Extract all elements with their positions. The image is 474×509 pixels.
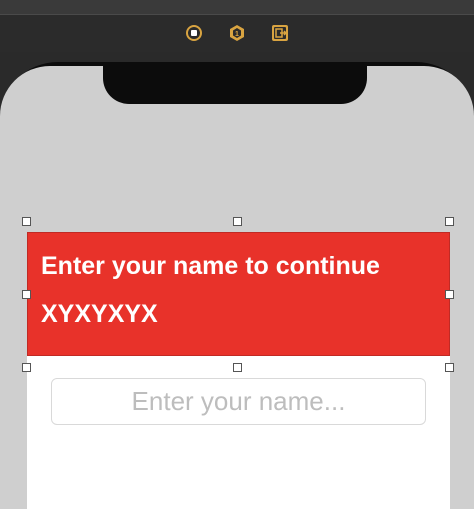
resize-handle-middle-left[interactable] [22, 290, 31, 299]
exit-icon[interactable] [271, 24, 289, 42]
resize-handle-bottom-left[interactable] [22, 363, 31, 372]
header-title-label: Enter your name to continue [41, 252, 380, 280]
resize-handle-bottom-right[interactable] [445, 363, 454, 372]
dock-top-strip [0, 0, 474, 15]
device-notch [103, 64, 367, 104]
header-view[interactable] [27, 232, 450, 356]
resize-handle-top-left[interactable] [22, 217, 31, 226]
view-controller-icon[interactable] [185, 24, 203, 42]
resize-handle-bottom-center[interactable] [233, 363, 242, 372]
first-responder-icon[interactable]: 1 [228, 24, 246, 42]
resize-handle-top-right[interactable] [445, 217, 454, 226]
svg-text:1: 1 [235, 31, 239, 38]
storyboard-canvas: 1 Enter your name to continue XYXYXYX [0, 0, 474, 509]
header-subtitle-label: XYXYXYX [41, 300, 158, 328]
resize-handle-top-center[interactable] [233, 217, 242, 226]
name-input[interactable] [51, 378, 426, 425]
resize-handle-middle-right[interactable] [445, 290, 454, 299]
scene-dock: 1 [0, 0, 474, 52]
